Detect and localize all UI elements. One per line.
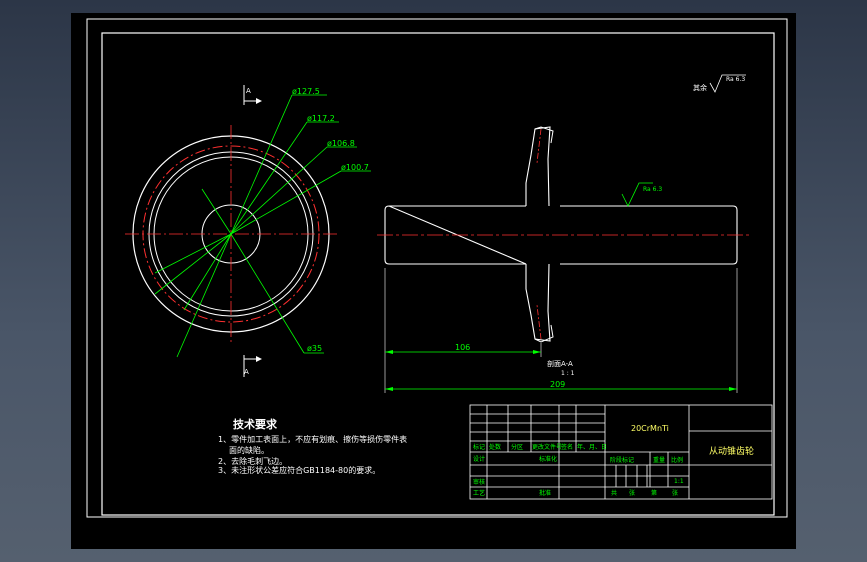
sheet-unit-1: 张 bbox=[629, 489, 635, 497]
roughness-other-value: Ra 6.3 bbox=[726, 76, 745, 83]
row-approve: 批准 bbox=[539, 489, 551, 497]
roughness-other-label: 其余 bbox=[693, 83, 707, 92]
dim-length-209: 209 bbox=[550, 380, 565, 389]
section-scale: 1 : 1 bbox=[561, 370, 575, 377]
header-sign: 签名 bbox=[561, 443, 573, 451]
sheet-unit-2: 张 bbox=[672, 489, 678, 497]
technical-requirements: 技术要求 1、零件加工表面上，不应有划痕、擦伤等损伤零件表 面的缺陷。 2、去除… bbox=[218, 417, 407, 475]
drawing-canvas[interactable]: A A ø127.5 ø117.2 ø106.8 ø100.7 ø35 Ra 6… bbox=[71, 13, 796, 549]
tech-req-line-3: 2、去除毛刺飞边。 bbox=[218, 456, 287, 466]
row-design: 设计 bbox=[473, 455, 485, 463]
header-zone: 分区 bbox=[511, 443, 523, 451]
diameter-leaders: ø127.5 ø117.2 ø106.8 ø100.7 ø35 bbox=[154, 87, 371, 358]
section-arrowhead-top bbox=[256, 98, 262, 104]
scale-value: 1:1 bbox=[674, 478, 684, 485]
title-block-text: 20CrMnTi 从动锥齿轮 标记 处数 分区 更改文件号 签名 年、月、日 设… bbox=[473, 424, 754, 497]
header-mark: 标记 bbox=[473, 443, 485, 451]
row-review: 审核 bbox=[473, 478, 485, 486]
tech-req-line-1: 1、零件加工表面上，不应有划痕、擦伤等损伤零件表 bbox=[218, 434, 407, 444]
section-arrowhead-bottom bbox=[256, 356, 262, 362]
sheet-number: 第 bbox=[651, 489, 657, 497]
header-date: 年、月、日 bbox=[577, 443, 607, 451]
header-count: 处数 bbox=[489, 443, 501, 451]
weight-label: 重量 bbox=[653, 456, 665, 464]
inner-frame bbox=[101, 32, 775, 516]
cad-drawing: A A ø127.5 ø117.2 ø106.8 ø100.7 ø35 Ra 6… bbox=[86, 18, 788, 518]
dim-diameter-5: ø35 bbox=[307, 344, 322, 353]
dim-diameter-1: ø127.5 bbox=[292, 87, 320, 96]
front-view-gear: A A bbox=[125, 85, 337, 377]
sheet-total: 共 bbox=[611, 489, 617, 497]
dim-diameter-2: ø117.2 bbox=[307, 114, 335, 123]
section-mark-bottom: A bbox=[244, 368, 249, 376]
roughness-callout: Ra 6.3 bbox=[643, 186, 662, 193]
section-label-prefix: 剖面 bbox=[547, 359, 561, 368]
tech-req-title: 技术要求 bbox=[233, 417, 278, 431]
section-mark-top: A bbox=[246, 87, 251, 95]
section-label: A-A bbox=[561, 360, 573, 368]
row-process: 工艺 bbox=[473, 489, 485, 497]
dim-diameter-4: ø100.7 bbox=[341, 163, 369, 172]
tech-req-line-2: 面的缺陷。 bbox=[229, 445, 269, 455]
section-view-shaft: Ra 6.3 其余 Ra 6.3 106 209 剖面 A-A 1 : 1 bbox=[377, 74, 751, 393]
stage-mark: 阶段标记 bbox=[610, 456, 634, 464]
scale-label: 比例 bbox=[671, 456, 683, 464]
dim-length-106: 106 bbox=[455, 343, 470, 352]
material: 20CrMnTi bbox=[631, 424, 669, 433]
part-name: 从动锥齿轮 bbox=[709, 445, 754, 457]
tech-req-line-4: 3、未注形状公差应符合GB1184-80的要求。 bbox=[218, 465, 380, 475]
row-standardization: 标准化 bbox=[539, 455, 557, 463]
outer-frame bbox=[86, 18, 788, 518]
header-change-doc: 更改文件号 bbox=[532, 443, 562, 451]
dim-diameter-3: ø106.8 bbox=[327, 139, 355, 148]
